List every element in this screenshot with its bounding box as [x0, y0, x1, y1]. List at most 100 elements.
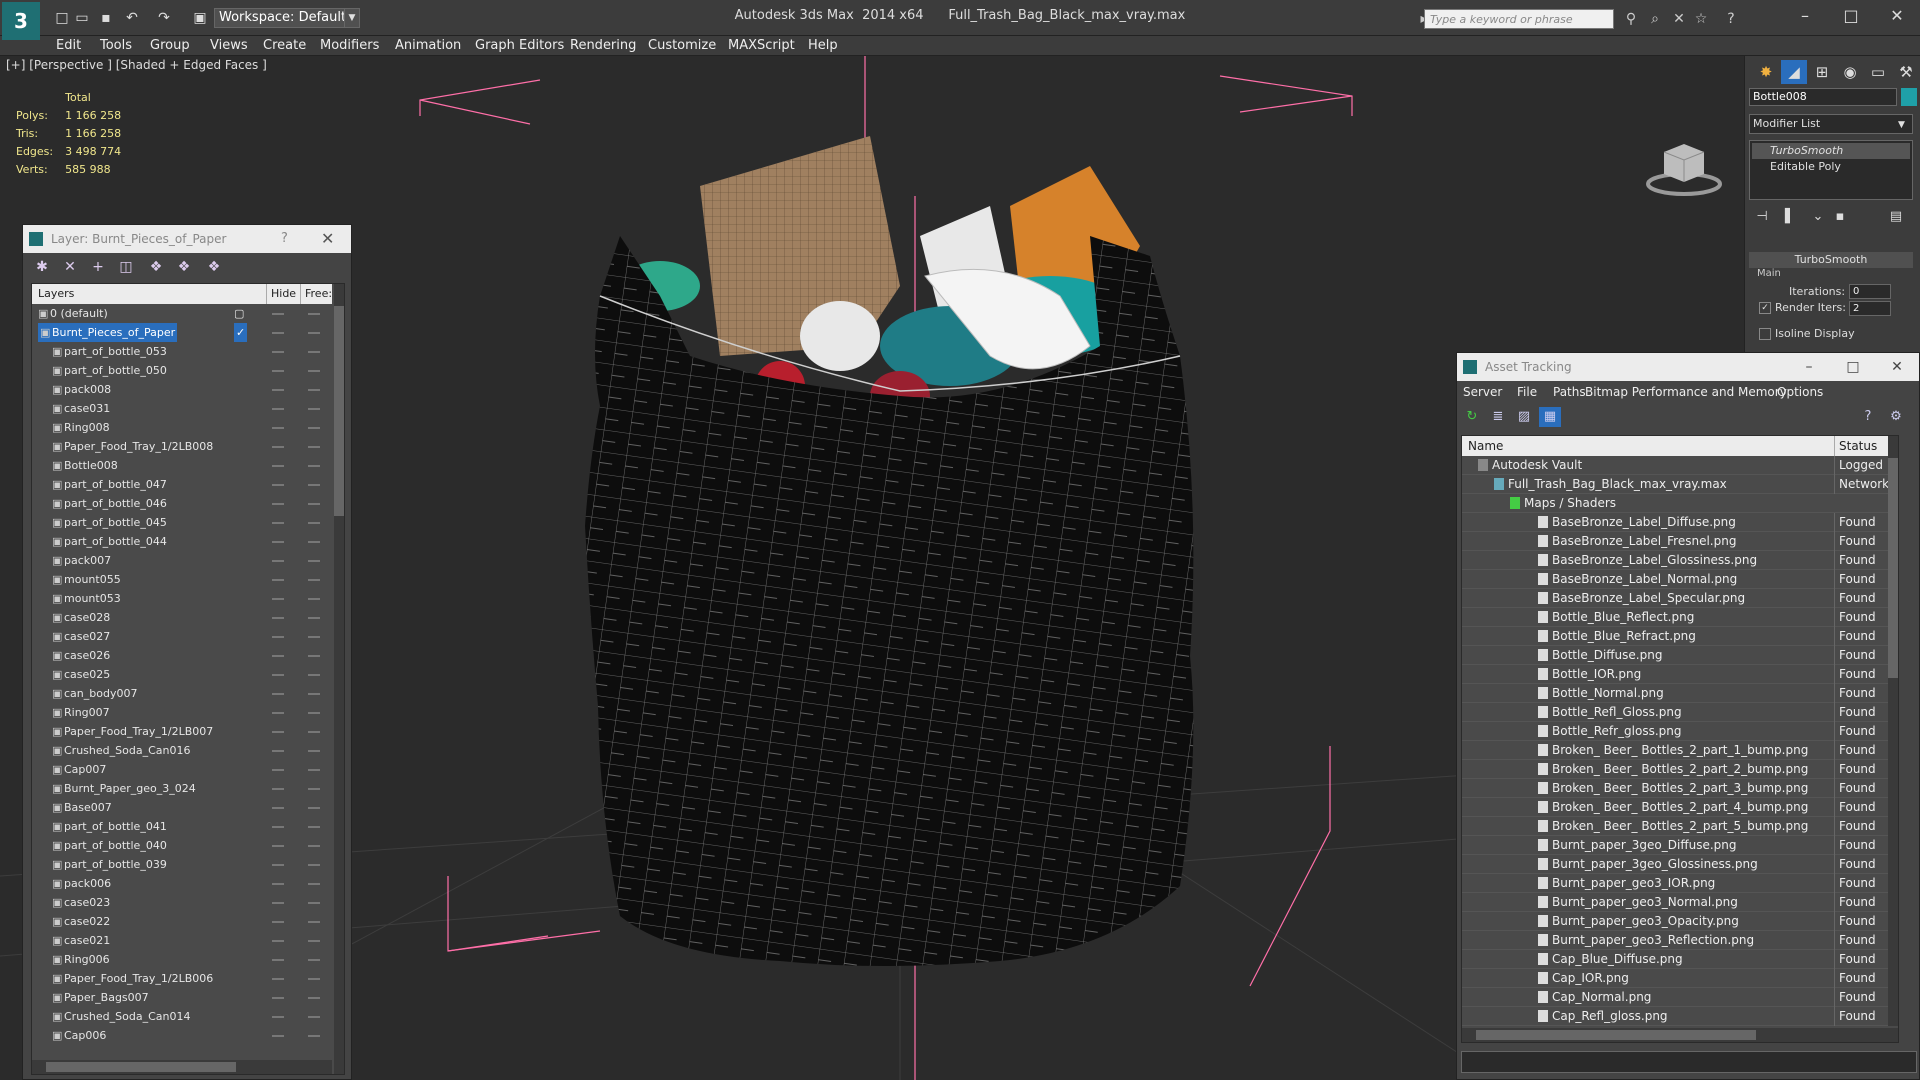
hide-toggle[interactable]	[272, 636, 284, 638]
delete-layer-icon[interactable]: ✕	[59, 257, 81, 277]
hide-toggle[interactable]	[272, 446, 284, 448]
menu-views[interactable]: Views	[210, 36, 248, 56]
project-folder-icon[interactable]: ▣	[190, 8, 210, 28]
layer-object-row[interactable]: ▣ part_of_bottle_046	[32, 494, 332, 513]
freeze-toggle[interactable]	[308, 921, 320, 923]
create-tab-icon[interactable]: ✸	[1753, 60, 1779, 84]
hide-toggle[interactable]	[272, 503, 284, 505]
layer-object-row[interactable]: ▣ part_of_bottle_053	[32, 342, 332, 361]
menu-animation[interactable]: Animation	[395, 36, 461, 56]
hide-toggle[interactable]	[272, 693, 284, 695]
freeze-toggle[interactable]	[308, 978, 320, 980]
hide-toggle[interactable]	[272, 313, 284, 315]
freeze-toggle[interactable]	[308, 997, 320, 999]
asset-row-map[interactable]: Bottle_Blue_Reflect.png Found	[1462, 608, 1898, 627]
hide-toggle[interactable]	[272, 541, 284, 543]
maximize-button[interactable]: □	[1833, 353, 1873, 381]
freeze-toggle[interactable]	[308, 560, 320, 562]
menu-rendering[interactable]: Rendering	[570, 36, 636, 56]
asset-row-map[interactable]: BaseBronze_Label_Diffuse.png Found	[1462, 513, 1898, 532]
hide-toggle[interactable]	[272, 370, 284, 372]
layer-object-row[interactable]: ▣ Paper_Food_Tray_1/2LB006	[32, 969, 332, 988]
menu-paths[interactable]: Paths	[1553, 381, 1586, 403]
object-color-swatch[interactable]	[1901, 88, 1917, 106]
utilities-tab-icon[interactable]: ⚒	[1893, 60, 1919, 84]
minimize-button[interactable]: –	[1789, 353, 1829, 381]
menu-bitmap-performance[interactable]: Bitmap Performance and Memory	[1585, 381, 1787, 403]
layer-object-row[interactable]: ▣ mount053	[32, 589, 332, 608]
freeze-toggle[interactable]	[308, 579, 320, 581]
hierarchy-tab-icon[interactable]: ⊞	[1809, 60, 1835, 84]
asset-row-map[interactable]: Cap_IOR.png Found	[1462, 969, 1898, 988]
layer-object-row[interactable]: ▣ mount055	[32, 570, 332, 589]
layer-object-row[interactable]: ▣ part_of_bottle_041	[32, 817, 332, 836]
asset-row-map[interactable]: Bottle_Blue_Refract.png Found	[1462, 627, 1898, 646]
freeze-toggle[interactable]	[308, 503, 320, 505]
asset-row-map[interactable]: Broken_ Beer_ Bottles_2_part_3_bump.png F…	[1462, 779, 1898, 798]
layer-object-row[interactable]: ▣ Cap007	[32, 760, 332, 779]
freeze-toggle[interactable]	[308, 427, 320, 429]
layer-object-row[interactable]: ▣ pack006	[32, 874, 332, 893]
viewport-label[interactable]: [+] [Perspective ] [Shaded + Edged Faces…	[6, 58, 267, 72]
layer-object-row[interactable]: ▣ case027	[32, 627, 332, 646]
hide-toggle[interactable]	[272, 997, 284, 999]
hide-toggle[interactable]	[272, 902, 284, 904]
freeze-toggle[interactable]	[308, 541, 320, 543]
hide-toggle[interactable]	[272, 351, 284, 353]
layer-object-row[interactable]: ▣ Crushed_Soda_Can016	[32, 741, 332, 760]
scrollbar-thumb[interactable]	[334, 306, 344, 516]
freeze-toggle[interactable]	[308, 446, 320, 448]
hide-toggle[interactable]	[272, 408, 284, 410]
list-view-icon[interactable]: ≣	[1487, 407, 1509, 427]
asset-row-map[interactable]: Burnt_paper_3geo_Glossiness.png Found	[1462, 855, 1898, 874]
hide-toggle[interactable]	[272, 959, 284, 961]
hide-toggle[interactable]	[272, 560, 284, 562]
binoculars-icon[interactable]: ⚲	[1622, 10, 1640, 28]
asset-row-map[interactable]: Bottle_Refl_Gloss.png Found	[1462, 703, 1898, 722]
hide-toggle[interactable]	[272, 921, 284, 923]
layer-object-row[interactable]: ▣ Ring007	[32, 703, 332, 722]
hide-toggle[interactable]	[272, 788, 284, 790]
menu-modifiers[interactable]: Modifiers	[320, 36, 379, 56]
layer-object-row[interactable]: ▣ case026	[32, 646, 332, 665]
asset-row-map[interactable]: Burnt_paper_geo3_Normal.png Found	[1462, 893, 1898, 912]
freeze-toggle[interactable]	[308, 902, 320, 904]
layer-object-row[interactable]: ▣ case031	[32, 399, 332, 418]
asset-row-map[interactable]: Cap_Blue_Diffuse.png Found	[1462, 950, 1898, 969]
hide-toggle[interactable]	[272, 484, 284, 486]
asset-status-field[interactable]	[1461, 1051, 1917, 1073]
freeze-toggle[interactable]	[308, 769, 320, 771]
freeze-all-icon[interactable]: ❖	[203, 257, 225, 277]
app-logo[interactable]: 3	[2, 2, 40, 40]
redo-icon[interactable]: ↷	[154, 8, 174, 28]
freeze-toggle[interactable]	[308, 522, 320, 524]
freeze-toggle[interactable]	[308, 332, 320, 334]
highlight-layer-icon[interactable]: ❖	[145, 257, 167, 277]
menu-help[interactable]: Help	[808, 36, 838, 56]
asset-row-map[interactable]: Broken_ Beer_ Bottles_2_part_4_bump.png F…	[1462, 798, 1898, 817]
column-freeze[interactable]: Free:	[300, 284, 332, 304]
layer-object-row[interactable]: ▣ case025	[32, 665, 332, 684]
iterations-spinner[interactable]: 0	[1849, 284, 1891, 299]
layer-object-row[interactable]: ▣ part_of_bottle_040	[32, 836, 332, 855]
checkmark-icon[interactable]: ✓	[234, 323, 248, 342]
layer-object-row[interactable]: ▣ Cap006	[32, 1026, 332, 1045]
asset-row-map[interactable]: Burnt_paper_geo3_IOR.png Found	[1462, 874, 1898, 893]
hide-toggle[interactable]	[272, 674, 284, 676]
freeze-toggle[interactable]	[308, 636, 320, 638]
freeze-toggle[interactable]	[308, 845, 320, 847]
modify-tab-icon[interactable]: ◢	[1781, 60, 1807, 84]
refresh-icon[interactable]: ↻	[1461, 407, 1483, 427]
layer-row-selected[interactable]: ▣ Burnt_Pieces_of_Paper ✓	[32, 323, 332, 342]
hide-all-icon[interactable]: ❖	[173, 257, 195, 277]
hide-toggle[interactable]	[272, 1016, 284, 1018]
freeze-toggle[interactable]	[308, 1035, 320, 1037]
freeze-toggle[interactable]	[308, 351, 320, 353]
hide-toggle[interactable]	[272, 465, 284, 467]
menu-graph-editors[interactable]: Graph Editors	[475, 36, 564, 56]
freeze-toggle[interactable]	[308, 313, 320, 315]
hide-toggle[interactable]	[272, 712, 284, 714]
close-button[interactable]: ✕	[1874, 4, 1920, 28]
layer-object-row[interactable]: ▣ case028	[32, 608, 332, 627]
render-iters-spinner[interactable]: 2	[1849, 301, 1891, 316]
